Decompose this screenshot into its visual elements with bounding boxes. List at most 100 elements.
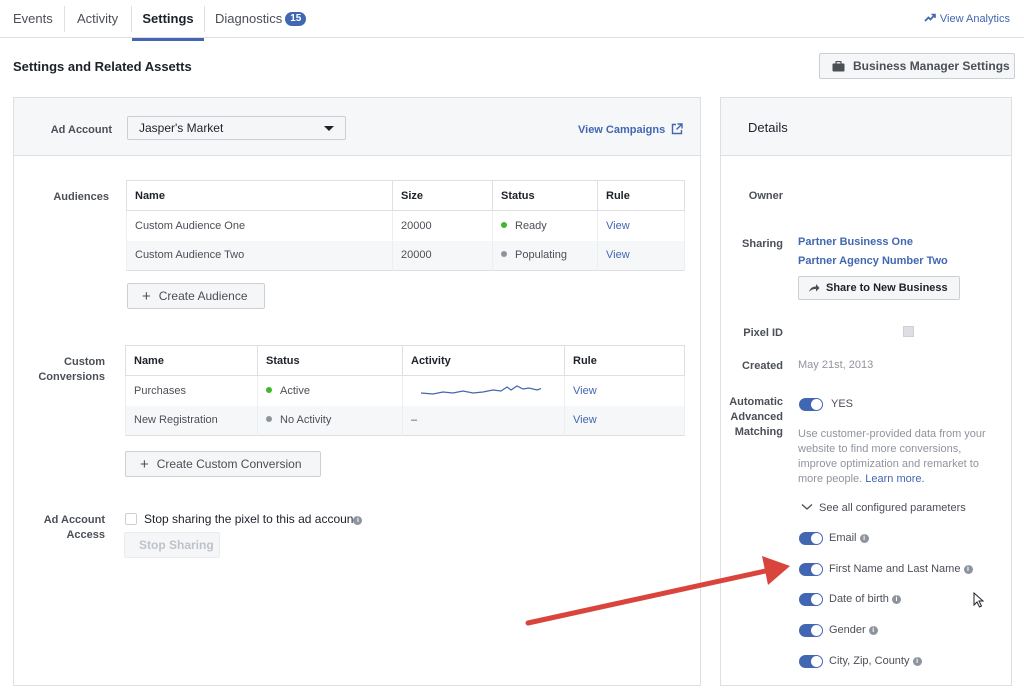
parameter-label-text: Email <box>829 532 857 544</box>
caret-down-icon <box>324 126 334 131</box>
info-icon[interactable]: i <box>963 565 973 574</box>
settings-panel: Ad Account Jasper's Market View Campaign… <box>13 97 701 686</box>
ad-account-label: Ad Account <box>50 124 112 136</box>
ad-account-selected-value: Jasper's Market <box>139 121 224 135</box>
stop-sharing-checkbox[interactable] <box>125 513 137 525</box>
tab-diagnostics[interactable]: Diagnostics 15 <box>215 0 307 38</box>
conversion-status: Active <box>257 375 403 406</box>
first-last-name-toggle[interactable] <box>799 563 823 576</box>
gender-toggle[interactable] <box>799 624 823 637</box>
conversion-activity-sparkline <box>402 375 565 406</box>
plus-icon: + <box>142 288 151 305</box>
view-rule-link[interactable]: View <box>606 249 630 261</box>
copy-icon[interactable] <box>903 326 914 337</box>
audience-rule-cell: View <box>597 240 685 271</box>
conversion-rule-cell: View <box>564 405 685 436</box>
mouse-cursor-icon <box>973 592 985 608</box>
audiences-label: Audiences <box>53 191 109 203</box>
info-icon[interactable]: i <box>859 534 869 543</box>
email-toggle[interactable] <box>799 532 823 545</box>
status-text: Active <box>280 384 310 397</box>
automatic-advanced-matching-label: Automatic Advanced Matching <box>721 395 783 440</box>
automatic-advanced-matching-toggle[interactable] <box>799 398 823 411</box>
city-zip-county-toggle[interactable] <box>799 655 823 668</box>
see-all-parameters-toggle[interactable]: See all configured parameters <box>801 502 966 514</box>
parameter-label: Gender i <box>829 624 878 636</box>
date-of-birth-toggle[interactable] <box>799 593 823 606</box>
stop-sharing-button[interactable]: Stop Sharing <box>124 532 220 558</box>
checkbox-label-text: Stop sharing the pixel to this ad accoun <box>144 512 354 526</box>
pixel-settings-page: Events Activity Settings Diagnostics 15 V… <box>0 0 1024 693</box>
view-campaigns-link[interactable]: View Campaigns <box>578 123 683 136</box>
plus-icon: + <box>140 456 149 473</box>
conversion-name: New Registration <box>125 405 258 436</box>
tab-settings[interactable]: Settings <box>132 0 204 41</box>
share-to-new-business-button[interactable]: Share to New Business <box>798 276 960 300</box>
parameter-label: Email i <box>829 532 869 544</box>
status-dot-icon <box>501 221 507 228</box>
view-rule-link[interactable]: View <box>573 414 597 426</box>
sharing-partner-link[interactable]: Partner Agency Number Two <box>798 255 948 267</box>
tab-activity[interactable]: Activity <box>77 0 118 38</box>
info-icon[interactable]: i <box>868 626 878 635</box>
ad-account-select[interactable]: Jasper's Market <box>127 116 346 140</box>
audience-name: Custom Audience Two <box>126 240 393 271</box>
audience-size: 20000 <box>392 210 493 241</box>
sharing-label: Sharing <box>742 238 783 250</box>
tab-label: Activity <box>77 11 119 26</box>
created-date: May 21st, 2013 <box>798 359 874 371</box>
column-header[interactable]: Name <box>126 180 393 211</box>
details-title: Details <box>748 120 788 135</box>
label-line: Ad Account <box>43 514 105 526</box>
see-all-label: See all configured parameters <box>819 502 966 514</box>
diagnostics-count-badge: 15 <box>285 12 307 26</box>
info-icon[interactable]: i <box>891 595 901 604</box>
column-header[interactable]: Size <box>392 180 493 211</box>
parameter-label-text: Gender <box>829 624 866 636</box>
view-rule-link[interactable]: View <box>573 385 597 397</box>
chevron-down-icon <box>801 504 813 510</box>
audience-size: 20000 <box>392 240 493 271</box>
view-rule-link[interactable]: View <box>606 220 630 232</box>
column-header[interactable]: Status <box>257 345 403 376</box>
create-custom-conversion-button[interactable]: + Create Custom Conversion <box>125 451 321 477</box>
audience-rule-cell: View <box>597 210 685 241</box>
label-line: Custom <box>64 356 105 368</box>
audience-status: Ready <box>492 210 598 241</box>
parameter-label: Date of birth i <box>829 593 901 605</box>
info-icon[interactable]: i <box>912 657 922 666</box>
top-tab-bar: Events Activity Settings Diagnostics 15 V… <box>0 0 1024 41</box>
view-analytics-link[interactable]: View Analytics <box>924 0 1010 38</box>
label-line: Automatic <box>729 396 783 408</box>
tab-events[interactable]: Events <box>13 0 53 38</box>
label-line: Access <box>66 529 105 541</box>
details-panel: Details Owner Sharing Partner Business O… <box>720 97 1012 686</box>
pixel-id-label: Pixel ID <box>743 327 783 339</box>
sharing-partner-link[interactable]: Partner Business One <box>798 236 913 248</box>
audience-name: Custom Audience One <box>126 210 393 241</box>
column-header[interactable]: Rule <box>597 180 685 211</box>
column-header[interactable]: Rule <box>564 345 685 376</box>
column-header[interactable]: Name <box>125 345 258 376</box>
column-header[interactable]: Activity <box>402 345 565 376</box>
stop-sharing-checkbox-label: Stop sharing the pixel to this ad accoun… <box>144 512 363 526</box>
learn-more-link[interactable]: Learn more. <box>865 473 924 485</box>
view-analytics-label: View Analytics <box>939 13 1010 25</box>
business-manager-settings-button[interactable]: Business Manager Settings <box>819 53 1015 79</box>
custom-conversions-label: Custom Conversions <box>14 355 105 385</box>
parameter-label: City, Zip, County i <box>829 655 922 667</box>
trend-up-icon <box>924 13 936 22</box>
parameter-label: First Name and Last Name i <box>829 563 973 575</box>
activity-sparkline <box>420 385 548 395</box>
business-manager-settings-label: Business Manager Settings <box>853 59 1010 73</box>
parameter-label-text: City, Zip, County <box>829 655 910 667</box>
info-icon[interactable]: i <box>353 516 363 525</box>
conversion-activity: – <box>402 405 565 436</box>
status-dot-icon <box>266 416 272 423</box>
create-custom-conversion-label: Create Custom Conversion <box>156 457 302 471</box>
details-header: Details <box>721 98 1011 156</box>
status-text: Populating <box>515 249 567 262</box>
create-audience-button[interactable]: + Create Audience <box>127 283 265 309</box>
column-header[interactable]: Status <box>492 180 598 211</box>
status-text: No Activity <box>280 414 332 427</box>
